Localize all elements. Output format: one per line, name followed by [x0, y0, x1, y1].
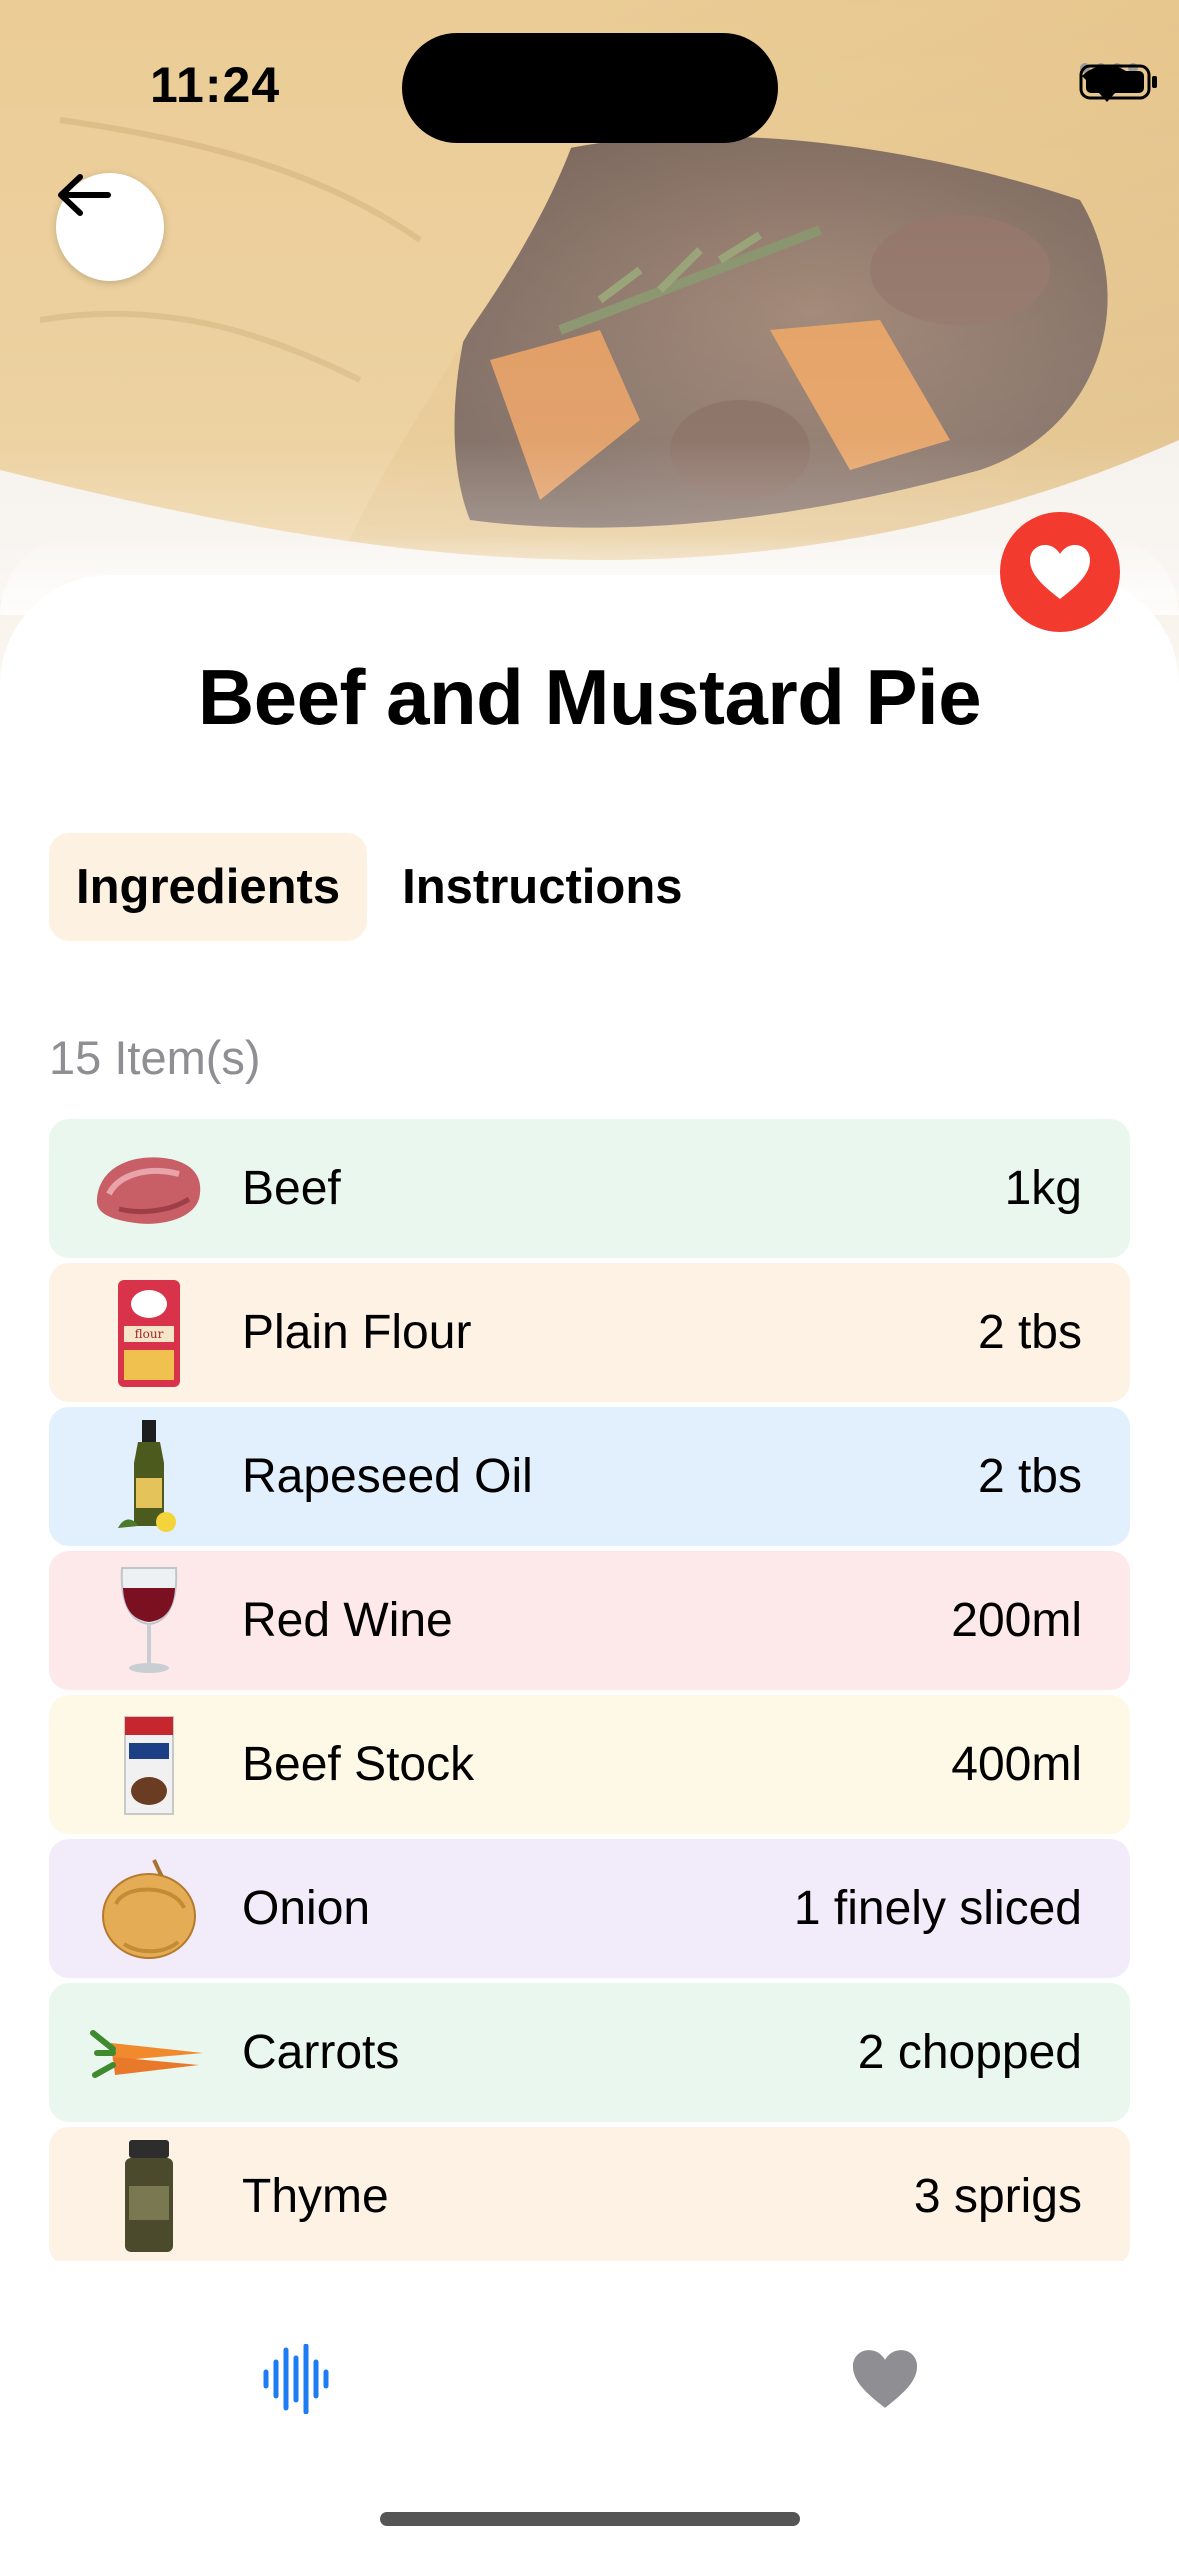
- ingredient-quantity: 2 tbs: [977, 1450, 1082, 1503]
- oil-bottle-icon: [89, 1417, 209, 1537]
- favorite-button[interactable]: [1000, 512, 1120, 632]
- ingredient-name: Plain Flour: [242, 1306, 472, 1359]
- ingredient-quantity: 400ml: [951, 1738, 1082, 1791]
- thyme-jar-icon: [89, 2137, 209, 2257]
- ingredient-count: 15 Item(s): [49, 1031, 261, 1084]
- ingredient-quantity: 1kg: [1004, 1162, 1082, 1215]
- stock-carton-icon: [89, 1705, 209, 1825]
- dynamic-island: [402, 33, 778, 143]
- tab-favorites[interactable]: [835, 2329, 935, 2429]
- ingredient-quantity: 2 chopped: [857, 2026, 1082, 2079]
- waveform-icon: [263, 2344, 329, 2414]
- ingredient-row[interactable]: Red Wine 200ml: [49, 1551, 1130, 1690]
- heart-icon: [1030, 545, 1090, 599]
- ingredient-row[interactable]: Onion 1 finely sliced: [49, 1839, 1130, 1978]
- wine-glass-icon: [89, 1561, 209, 1681]
- ingredient-quantity: 200ml: [951, 1594, 1082, 1647]
- home-indicator: [380, 2512, 800, 2526]
- svg-text:flour: flour: [135, 1327, 164, 1341]
- tab-ingredients[interactable]: Ingredients: [49, 833, 368, 941]
- ingredient-row[interactable]: flour Plain Flour 2 tbs: [49, 1263, 1130, 1402]
- ingredient-quantity: 1 finely sliced: [793, 1882, 1082, 1935]
- ingredient-name: Red Wine: [242, 1594, 453, 1647]
- flour-bag-icon: flour: [89, 1273, 209, 1393]
- segment-tabs: Ingredients Instructions: [49, 833, 710, 941]
- ingredient-quantity: 2 tbs: [977, 1306, 1082, 1359]
- ingredient-row[interactable]: Beef 1kg: [49, 1119, 1130, 1258]
- ingredient-row[interactable]: Beef Stock 400ml: [49, 1695, 1130, 1834]
- heart-icon: [852, 2350, 918, 2408]
- ingredient-row[interactable]: Carrots 2 chopped: [49, 1983, 1130, 2122]
- ingredient-quantity: 3 sprigs: [913, 2170, 1082, 2223]
- ingredient-name: Carrots: [242, 2026, 400, 2079]
- carrots-icon: [89, 1993, 209, 2113]
- onion-icon: [89, 1849, 209, 1969]
- beef-icon: [89, 1129, 209, 1249]
- ingredient-name: Beef Stock: [242, 1738, 475, 1791]
- ingredient-row[interactable]: Thyme 3 sprigs: [49, 2127, 1130, 2261]
- battery-icon: [1079, 64, 1157, 100]
- ingredient-name: Onion: [242, 1882, 371, 1935]
- ingredient-list: Beef 1kg flour Plain Flour 2 tbs Rapesee…: [49, 1119, 1130, 2261]
- tab-instructions[interactable]: Instructions: [375, 833, 709, 941]
- status-time: 11:24: [150, 57, 281, 113]
- ingredient-name: Beef: [242, 1162, 341, 1215]
- ingredient-name: Rapeseed Oil: [242, 1450, 533, 1503]
- ingredient-row[interactable]: Rapeseed Oil 2 tbs: [49, 1407, 1130, 1546]
- recipe-title: Beef and Mustard Pie: [197, 653, 982, 741]
- tab-recipes[interactable]: [246, 2329, 346, 2429]
- arrow-left-icon: [58, 174, 111, 216]
- back-button[interactable]: [56, 173, 164, 281]
- ingredient-name: Thyme: [242, 2170, 389, 2223]
